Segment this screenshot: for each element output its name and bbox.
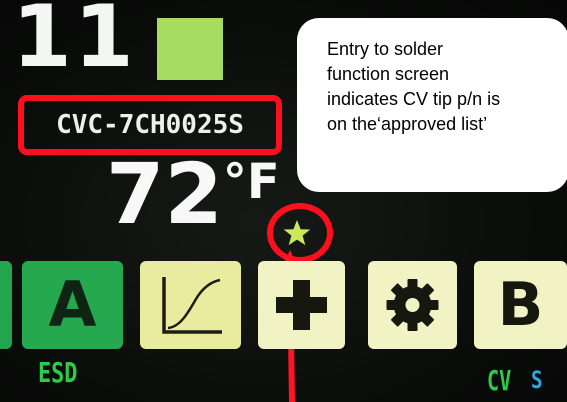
temperature-unit: °F bbox=[222, 154, 280, 210]
settings-button[interactable] bbox=[368, 261, 457, 349]
callout-line: indicates CV tip p/n is bbox=[327, 89, 501, 109]
profile-a-label: A bbox=[48, 268, 97, 341]
temperature-value: 72 bbox=[106, 145, 223, 243]
partial-button-edge bbox=[0, 261, 12, 349]
s-status-label: S bbox=[531, 366, 543, 394]
annotation-callout: Entry to solder function screen indicate… bbox=[297, 18, 567, 192]
temperature-readout: 72°F bbox=[106, 152, 280, 236]
graph-curve-icon bbox=[162, 277, 222, 334]
cv-status-label: CV bbox=[487, 364, 512, 397]
plus-icon bbox=[276, 280, 327, 330]
add-button[interactable] bbox=[258, 261, 345, 349]
callout-line: on the‘approved list’ bbox=[327, 114, 488, 134]
profile-b-label: B bbox=[497, 270, 544, 340]
esd-status-label: ESD bbox=[38, 356, 78, 389]
graph-button[interactable] bbox=[140, 261, 241, 349]
station-display: 11 CVC-7CH0025S 72°F Entry to solder fun… bbox=[0, 0, 567, 402]
tip-part-number: CVC-7CH0025S bbox=[56, 110, 244, 140]
profile-b-button[interactable]: B bbox=[474, 261, 567, 349]
gear-icon bbox=[386, 279, 439, 331]
callout-line: Entry to solder bbox=[327, 39, 444, 59]
status-indicator-square bbox=[157, 18, 223, 80]
channel-number: 11 bbox=[12, 0, 136, 87]
approved-star-icon bbox=[283, 220, 311, 246]
profile-a-button[interactable]: A bbox=[22, 261, 123, 349]
callout-line: function screen bbox=[327, 64, 450, 84]
